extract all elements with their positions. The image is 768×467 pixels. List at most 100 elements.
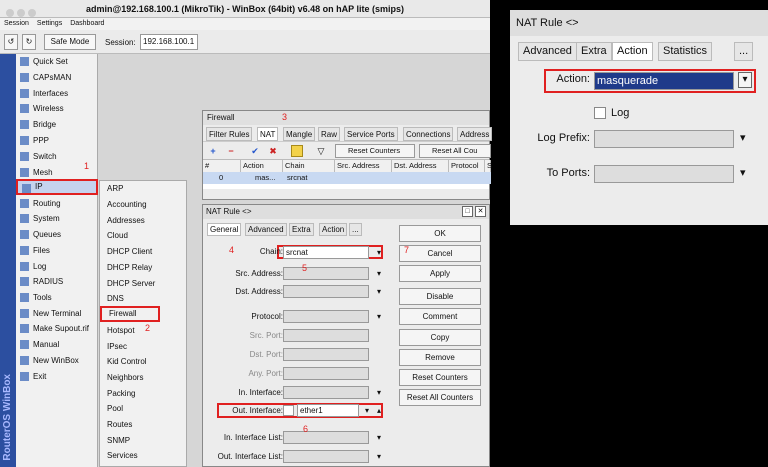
column-header-action[interactable]: Action: [241, 160, 283, 172]
undo-icon[interactable]: ↺: [4, 34, 18, 50]
out-interface-list-dropdown-icon[interactable]: ▾: [373, 450, 385, 463]
action-panel-tab-extra[interactable]: Extra: [576, 42, 612, 61]
menu-item-log[interactable]: Log: [16, 259, 98, 274]
tab-connections[interactable]: Connections: [403, 127, 454, 141]
menu-session[interactable]: Session: [4, 20, 29, 27]
menu-item-files[interactable]: Files: [16, 243, 98, 258]
chain-dropdown-icon[interactable]: ▾: [373, 246, 385, 259]
redo-icon[interactable]: ↻: [22, 34, 36, 50]
menu-item-ppp[interactable]: PPP: [16, 133, 98, 148]
maximize-icon[interactable]: □: [462, 206, 473, 217]
submenu-item-accounting[interactable]: Accounting: [100, 197, 186, 213]
column-header-chain[interactable]: Chain: [283, 160, 335, 172]
menu-item-ip[interactable]: IP: [16, 179, 98, 195]
column-header-number[interactable]: #: [203, 160, 241, 172]
log-prefix-dropdown-icon[interactable]: ▾: [740, 131, 746, 144]
in-interface-list-dropdown-icon[interactable]: ▾: [373, 431, 385, 444]
menu-item-exit[interactable]: Exit: [16, 369, 98, 384]
tab-action[interactable]: Action: [319, 223, 348, 236]
menu-dashboard[interactable]: Dashboard: [70, 20, 104, 27]
protocol-dropdown-icon[interactable]: ▾: [373, 310, 385, 323]
menu-item-bridge[interactable]: Bridge: [16, 117, 98, 132]
add-icon[interactable]: +: [207, 145, 219, 157]
chain-field[interactable]: srcnat: [283, 246, 369, 259]
submenu-item-dhcp-server[interactable]: DHCP Server: [100, 276, 186, 292]
menu-item-radius[interactable]: RADIUS: [16, 274, 98, 289]
tab-extra[interactable]: Extra: [289, 223, 314, 236]
menu-item-interfaces[interactable]: Interfaces: [16, 86, 98, 101]
menu-item-capsman[interactable]: CAPsMAN: [16, 70, 98, 85]
submenu-item-firewall[interactable]: Firewall: [100, 306, 160, 322]
column-header-src-address[interactable]: Src. Address: [335, 160, 392, 172]
comment-button[interactable]: Comment: [399, 308, 481, 325]
to-ports-dropdown-icon[interactable]: ▾: [740, 166, 746, 179]
column-header-protocol[interactable]: Protocol: [449, 160, 485, 172]
src-address-dropdown-icon[interactable]: ▾: [373, 267, 385, 280]
src-address-field[interactable]: [283, 267, 369, 280]
tab-advanced[interactable]: Advanced: [245, 223, 287, 236]
dst-address-field[interactable]: [283, 285, 369, 298]
menu-item-routing[interactable]: Routing: [16, 196, 98, 211]
cancel-button[interactable]: Cancel: [399, 245, 481, 262]
in-interface-list-field[interactable]: [283, 431, 369, 444]
close-icon[interactable]: ✕: [475, 206, 486, 217]
menu-item-manual[interactable]: Manual: [16, 337, 98, 352]
remove-button[interactable]: Remove: [399, 349, 481, 366]
in-interface-field[interactable]: [283, 386, 369, 399]
any-port-field[interactable]: [283, 367, 369, 380]
ok-button[interactable]: OK: [399, 225, 481, 242]
filter-icon[interactable]: ▽: [315, 145, 327, 157]
tab-nat[interactable]: NAT: [257, 127, 279, 141]
dst-port-field[interactable]: [283, 348, 369, 361]
menu-settings[interactable]: Settings: [37, 20, 62, 27]
submenu-item-cloud[interactable]: Cloud: [100, 228, 186, 244]
submenu-item-services[interactable]: Services: [100, 448, 186, 464]
menu-item-make-supout[interactable]: Make Supout.rif: [16, 321, 98, 336]
submenu-item-neighbors[interactable]: Neighbors: [100, 370, 186, 386]
action-panel-tab-statistics[interactable]: Statistics: [658, 42, 713, 61]
disable-button[interactable]: Disable: [399, 288, 481, 305]
out-interface-list-field[interactable]: [283, 450, 369, 463]
src-port-field[interactable]: [283, 329, 369, 342]
tab-address[interactable]: Address: [457, 127, 493, 141]
tab-raw[interactable]: Raw: [318, 127, 341, 141]
submenu-item-pool[interactable]: Pool: [100, 401, 186, 417]
log-prefix-field[interactable]: [594, 130, 734, 148]
apply-button[interactable]: Apply: [399, 265, 481, 282]
to-ports-field[interactable]: [594, 165, 734, 183]
in-interface-dropdown-icon[interactable]: ▾: [373, 386, 385, 399]
remove-icon[interactable]: −: [225, 145, 237, 157]
out-interface-field[interactable]: ether1: [297, 404, 359, 417]
column-header-dst-address[interactable]: Dst. Address: [392, 160, 449, 172]
action-panel-tab-advanced[interactable]: Advanced: [518, 42, 577, 61]
submenu-item-ipsec[interactable]: IPsec: [100, 339, 186, 355]
menu-item-quick-set[interactable]: Quick Set: [16, 54, 98, 69]
reset-all-counters-button[interactable]: Reset All Cou: [419, 144, 491, 158]
safe-mode-button[interactable]: Safe Mode: [44, 34, 96, 50]
menu-item-wireless[interactable]: Wireless: [16, 101, 98, 116]
submenu-item-kid-control[interactable]: Kid Control: [100, 354, 186, 370]
submenu-item-dhcp-relay[interactable]: DHCP Relay: [100, 260, 186, 276]
table-row[interactable]: [203, 172, 491, 184]
disable-icon[interactable]: ✖: [267, 145, 279, 157]
reset-counters-dialog-button[interactable]: Reset Counters: [399, 369, 481, 386]
log-checkbox[interactable]: [594, 107, 606, 119]
action-dropdown-icon[interactable]: ▾: [738, 72, 752, 88]
submenu-item-dhcp-client[interactable]: DHCP Client: [100, 244, 186, 260]
submenu-item-addresses[interactable]: Addresses: [100, 213, 186, 229]
menu-item-new-terminal[interactable]: New Terminal: [16, 306, 98, 321]
menu-item-tools[interactable]: Tools: [16, 290, 98, 305]
action-panel-tab-action[interactable]: Action: [612, 42, 653, 61]
action-panel-tab-more[interactable]: ...: [734, 42, 754, 61]
tab-more[interactable]: ...: [349, 223, 362, 236]
submenu-item-hotspot[interactable]: Hotspot: [100, 323, 186, 339]
out-interface-collapse-icon[interactable]: ▴: [373, 404, 385, 417]
tab-general[interactable]: General: [207, 223, 242, 236]
action-select[interactable]: masquerade: [594, 72, 734, 90]
submenu-item-arp[interactable]: ARP: [100, 181, 186, 197]
menu-item-queues[interactable]: Queues: [16, 227, 98, 242]
menu-item-new-winbox[interactable]: New WinBox: [16, 353, 98, 368]
submenu-item-dns[interactable]: DNS: [100, 291, 186, 307]
protocol-field[interactable]: [283, 310, 369, 323]
dst-address-dropdown-icon[interactable]: ▾: [373, 285, 385, 298]
